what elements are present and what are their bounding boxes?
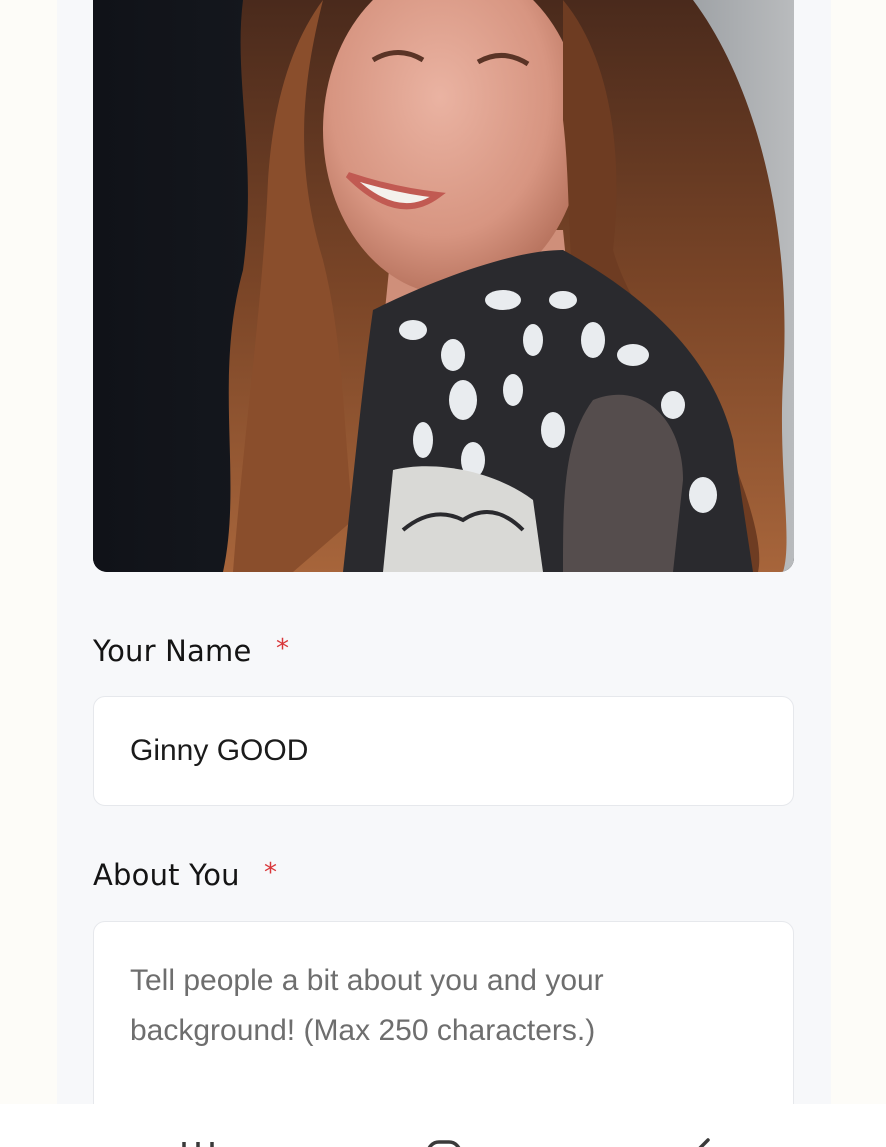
profile-photo[interactable]: [93, 0, 794, 572]
recents-icon: [182, 1142, 214, 1147]
about-required-mark: *: [264, 858, 277, 888]
back-icon: [698, 1138, 710, 1147]
recents-button[interactable]: [168, 1134, 228, 1147]
system-nav-bar: [0, 1104, 886, 1147]
back-button[interactable]: [664, 1134, 724, 1147]
home-button[interactable]: [414, 1134, 474, 1147]
home-icon: [427, 1140, 461, 1147]
about-label: About You: [93, 858, 240, 892]
profile-photo-image: [93, 0, 794, 572]
name-input[interactable]: [93, 696, 794, 806]
name-label: Your Name: [93, 634, 252, 668]
name-required-mark: *: [276, 634, 289, 664]
page: Your Name * About You *: [0, 0, 886, 1147]
